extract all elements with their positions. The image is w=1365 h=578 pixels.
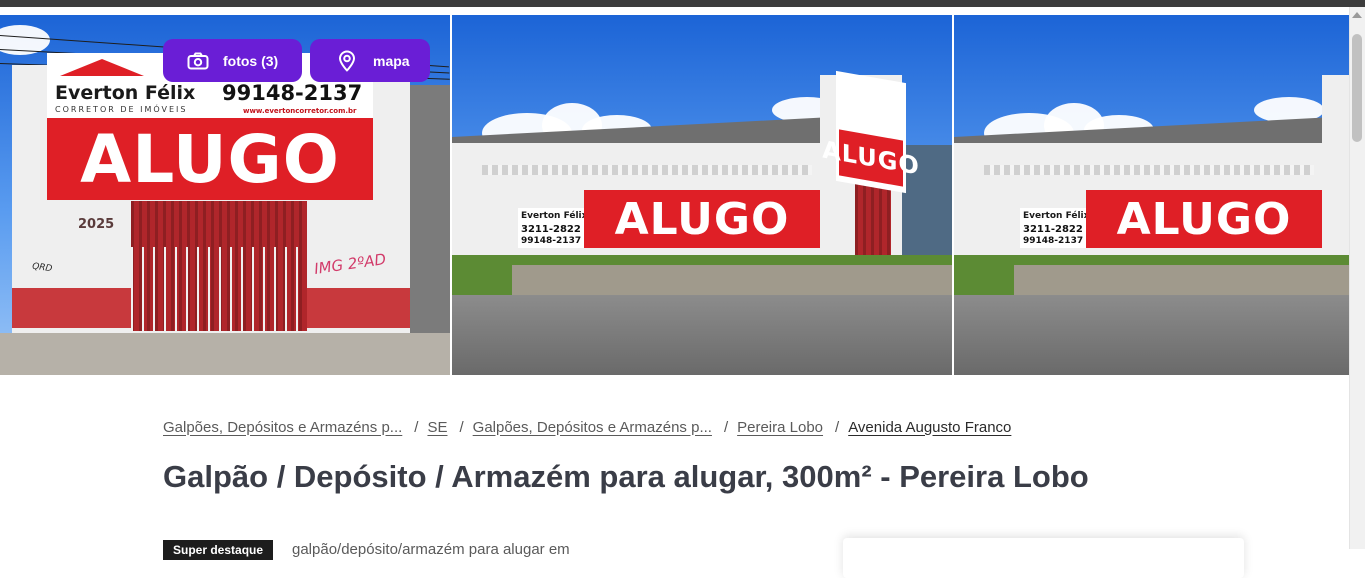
sign-phone: 3211-2822 [1023, 224, 1083, 235]
highlight-badge: Super destaque [163, 540, 274, 560]
map-button-label: mapa [373, 52, 410, 69]
map-button[interactable]: mapa [310, 39, 430, 82]
warehouse-gate [855, 180, 891, 264]
contact-card [843, 538, 1244, 578]
photos-button-label: fotos (3) [223, 52, 279, 69]
breadcrumb-separator: / [414, 418, 419, 436]
breadcrumb-separator: / [723, 418, 729, 436]
listing-description-preview: galpão/depósito/armazém para alugar em [292, 541, 570, 558]
sign-phone: 99148-2137 [521, 236, 582, 246]
breadcrumb-link-street[interactable]: Avenida Augusto Franco [848, 419, 1011, 436]
road [452, 295, 952, 375]
breadcrumb: Galpões, Depósitos e Armazéns p... / SE … [163, 416, 1011, 438]
ventilation-blocks [482, 165, 812, 175]
warehouse-front [1322, 75, 1349, 275]
browser-top-bar [0, 0, 1365, 7]
camera-icon [186, 49, 210, 73]
scroll-up-arrow-icon[interactable] [1352, 12, 1362, 18]
sign-website: www.evertoncorretor.com.br [243, 107, 357, 115]
sign-brand: Everton Félix [55, 82, 196, 104]
sign-brand: Everton Félix [521, 211, 588, 221]
scrollbar-thumb[interactable] [1352, 34, 1362, 142]
sign-alugo: ALUGO [584, 190, 820, 248]
sign-phone: 99148-2137 [1023, 236, 1084, 246]
gate-rail [131, 247, 307, 331]
map-pin-icon [335, 49, 359, 73]
breadcrumb-link-city-category[interactable]: Galpões, Depósitos e Armazéns p... [473, 419, 712, 436]
breadcrumb-link-neighborhood[interactable]: Pereira Lobo [737, 419, 823, 436]
breadcrumb-link-category[interactable]: Galpões, Depósitos e Armazéns p... [163, 419, 402, 436]
sign-brand: Everton Félix [1023, 211, 1090, 221]
breadcrumb-link-state[interactable]: SE [427, 419, 447, 436]
neighbor-building [405, 85, 450, 375]
sign-phone: 3211-2822 [521, 224, 581, 235]
wall-year: 2025 [78, 217, 115, 232]
sidewalk [0, 333, 450, 375]
breadcrumb-separator: / [459, 418, 464, 436]
photos-button[interactable]: fotos (3) [163, 39, 302, 82]
sign-alugo: ALUGO [1086, 190, 1322, 248]
sign-phone: 99148-2137 [222, 81, 363, 105]
ventilation-blocks [984, 165, 1314, 175]
gallery-photo-3[interactable]: Everton Félix 3211-2822 99148-2137 ALUGO [954, 15, 1349, 375]
road [954, 295, 1349, 375]
breadcrumb-separator: / [835, 418, 840, 436]
sign-alugo: ALUGO [47, 118, 373, 200]
gallery-photo-2[interactable]: Everton Félix 3211-2822 99148-2137 ALUGO… [452, 15, 952, 375]
house-logo-icon [60, 59, 144, 76]
sign-subtitle: CORRETOR DE IMÓVEIS [55, 105, 188, 114]
page-title: Galpão / Depósito / Armazém para alugar,… [163, 459, 1089, 494]
